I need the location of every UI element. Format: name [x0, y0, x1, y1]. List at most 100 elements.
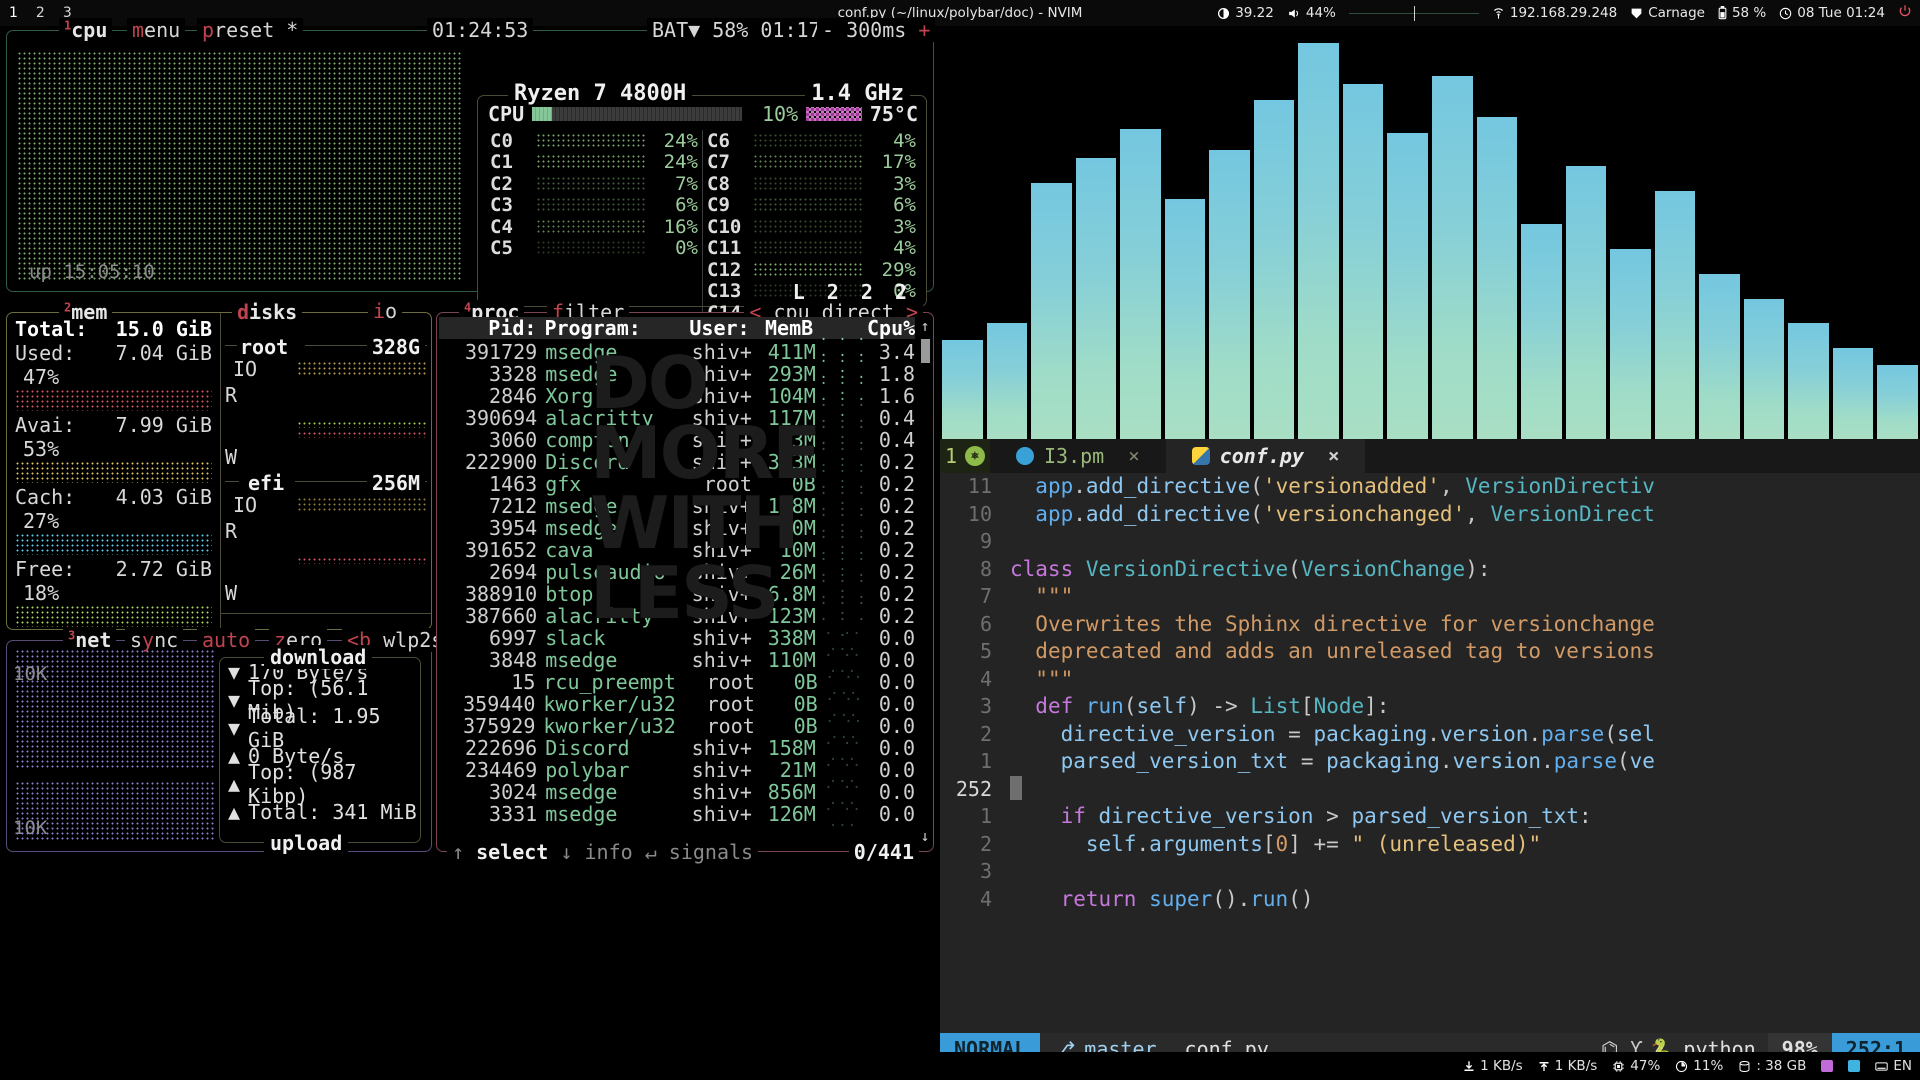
code-line: 2 directive_version = packaging.version.…: [940, 721, 1920, 749]
scroll-down-icon[interactable]: ↓: [919, 827, 931, 845]
cell-user: shiv+: [671, 758, 757, 782]
cell-cpu: 0.0: [870, 780, 915, 804]
brightness-icon: [1217, 7, 1230, 20]
line-number: 9: [940, 528, 1010, 556]
cell-mem: 158M: [758, 736, 816, 760]
network-indicator[interactable]: 192.168.29.248: [1492, 5, 1617, 21]
cell-pid: 3331: [439, 802, 545, 826]
footer-info[interactable]: info: [584, 840, 632, 864]
line-number: 2: [940, 721, 1010, 749]
memory-usage: 11%: [1693, 1058, 1723, 1074]
cpu-core-value: 3%: [864, 173, 916, 195]
wifi-icon: [1492, 6, 1505, 20]
up-arrow-icon: ▲: [228, 744, 240, 768]
uptime-label: up 15:05:10: [29, 261, 155, 283]
power-button[interactable]: [1898, 4, 1912, 22]
disk-size-efi: 256M: [367, 471, 425, 495]
color-chip-blue: [1848, 1060, 1860, 1072]
close-icon[interactable]: ×: [1128, 445, 1139, 467]
cpu-usage: 47%: [1630, 1058, 1660, 1074]
cell-program: msedge: [545, 780, 671, 804]
code-editor[interactable]: 11 app.add_directive('versionadded', Ver…: [940, 473, 1920, 1033]
header-cpu[interactable]: Cpu%: [867, 316, 915, 340]
cell-user: shiv+: [671, 736, 757, 760]
top-status-indicators: 39.22 44% 192.168.29.248 Carnage 58 %: [1217, 0, 1912, 26]
cpu-menu-button[interactable]: menu: [127, 18, 185, 42]
keyboard-layout-indicator[interactable]: EN: [1875, 1058, 1912, 1074]
disk-read-label-root: R: [225, 383, 237, 407]
io-panel-title[interactable]: io: [368, 299, 402, 323]
shield-icon: [1630, 7, 1643, 20]
download-total-row: ▼Total: 1.95 GiB: [220, 714, 420, 742]
signals-key-icon: ↵: [645, 840, 657, 864]
line-content: """: [1010, 583, 1073, 611]
scroll-thumb[interactable]: [921, 339, 930, 363]
close-icon[interactable]: ×: [1328, 445, 1339, 467]
cell-pid: 3060: [439, 428, 545, 452]
line-content: deprecated and adds an unreleased tag to…: [1010, 638, 1655, 666]
header-user[interactable]: User:: [670, 316, 756, 340]
memory-row-value: 2.72 GiB: [116, 557, 212, 581]
line-content: return super().run(): [1010, 886, 1313, 914]
header-pid[interactable]: Pid:: [439, 316, 544, 340]
cell-user: shiv+: [671, 802, 757, 826]
download-indicator: 1 KB/s: [1463, 1058, 1523, 1074]
cpu-panel-title[interactable]: 1cpu: [59, 18, 112, 42]
cell-pid: 15: [439, 670, 543, 694]
line-number: 1: [940, 748, 1010, 776]
info-key-icon: ↓: [560, 840, 572, 864]
buffer-number-label: 1: [945, 444, 957, 468]
cell-cpu-graph: . .. ...: [816, 798, 870, 830]
ip-address: 192.168.29.248: [1510, 5, 1617, 21]
cpu-core-row: C124%: [490, 152, 698, 174]
cpu-core-value: 6%: [646, 194, 698, 216]
footer-select[interactable]: select: [476, 840, 548, 864]
up-arrow-icon: ▲: [228, 772, 240, 796]
line-number: 7: [940, 583, 1010, 611]
code-line: 6 Overwrites the Sphinx directive for ve…: [940, 611, 1920, 639]
cell-user: shiv+: [671, 780, 757, 804]
brightness-indicator[interactable]: 39.22: [1217, 5, 1274, 21]
battery-indicator[interactable]: 58 %: [1718, 5, 1766, 21]
volume-value: 44%: [1306, 5, 1336, 21]
cell-user: shiv+: [671, 648, 757, 672]
cpu-core-graph: [536, 219, 646, 235]
header-program[interactable]: Program:: [544, 316, 669, 340]
cell-cpu: 1.8: [870, 362, 915, 386]
table-row[interactable]: 3331msedgeshiv+126M. .. ...0.0: [439, 803, 915, 825]
cava-bar: [1254, 100, 1295, 439]
disk-write-label-efi: W: [225, 581, 237, 605]
memory-row-bar: [15, 461, 212, 483]
cell-program: alacritty: [545, 604, 671, 628]
cpu-core-id: C5: [490, 237, 536, 259]
cell-program: polybar: [545, 758, 671, 782]
cpu-core-graph: [753, 176, 864, 192]
btop-mem-panel: 2mem disks Total:15.0 GiBUsed:7.04 GiB47…: [6, 312, 432, 630]
proc-scrollbar[interactable]: ↑ ↓: [919, 317, 931, 845]
scroll-up-icon[interactable]: ↑: [919, 317, 931, 335]
cell-user: shiv+: [671, 560, 757, 584]
footer-signals[interactable]: signals: [669, 840, 753, 864]
volume-indicator[interactable]: 44%: [1287, 5, 1336, 21]
cell-mem: 53M: [758, 428, 816, 452]
memory-row-label: Used:: [15, 341, 75, 365]
cpu-core-value: 17%: [864, 151, 916, 173]
line-number: 6: [940, 611, 1010, 639]
cava-bar: [1343, 84, 1384, 439]
cpu-preset-button[interactable]: preset *: [197, 18, 303, 42]
disk-name-root: root: [235, 335, 293, 359]
cell-mem: 128M: [758, 494, 816, 518]
cpu-temp-graph: [806, 107, 862, 121]
cpu-core-row: C717%: [707, 152, 916, 174]
cava-bar: [1655, 191, 1696, 439]
cell-mem: 70M: [758, 516, 816, 540]
disks-rows: root 328G IO R W efi 256M IO R W: [221, 313, 431, 629]
cell-user: shiv+: [671, 340, 757, 364]
vpn-indicator[interactable]: Carnage: [1630, 5, 1705, 21]
header-mem[interactable]: MemB: [756, 316, 814, 340]
proc-count: 0/441: [849, 840, 919, 864]
tab-i3-pm[interactable]: I3.pm ×: [990, 439, 1166, 473]
datetime-indicator[interactable]: 08 Tue 01:24: [1779, 5, 1885, 21]
cell-program: Discord: [545, 736, 671, 760]
tab-conf-py[interactable]: conf.py ×: [1166, 439, 1366, 473]
